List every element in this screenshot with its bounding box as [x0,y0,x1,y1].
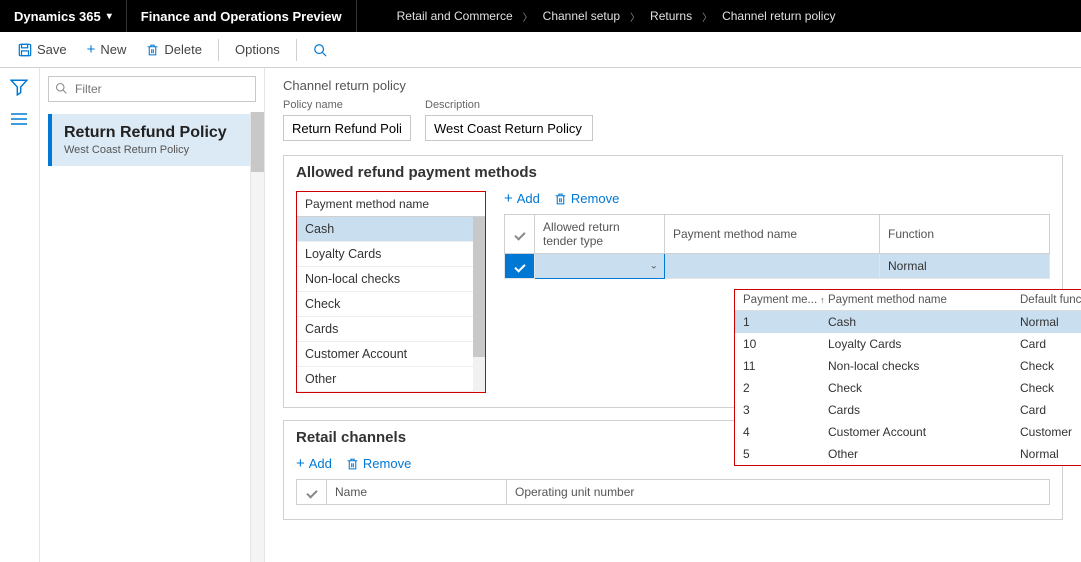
chevron-right-icon: 〉 [630,9,640,24]
left-rail [0,68,40,562]
remove-button[interactable]: Remove [346,456,411,471]
description-input[interactable] [425,115,593,141]
policy-name-label: Policy name [283,99,411,111]
filter-icon [55,82,67,94]
policy-item-title: Return Refund Policy [64,124,244,142]
select-all-checkbox[interactable] [505,215,535,254]
lookup-row[interactable]: 4 Customer Account Customer [735,421,1081,443]
module-title: Finance and Operations Preview [127,0,357,32]
list-pane-toggle[interactable] [10,112,30,132]
lookup-row[interactable]: 5 Other Normal [735,443,1081,465]
lookup-column-header[interactable]: Default function [1020,294,1081,306]
chevron-right-icon: 〉 [523,9,533,24]
app-switcher[interactable]: Dynamics 365 ▾ [0,0,127,32]
payment-method-item[interactable]: Loyalty Cards [297,242,485,267]
retail-grid: Name Operating unit number [296,479,1050,505]
grid-actions: + Add Remove [504,191,1050,206]
lookup-column-header[interactable]: Payment method name [828,294,1020,306]
remove-button[interactable]: Remove [554,191,619,206]
lookup-header: Payment me... ↑ Payment method name Defa… [735,290,1081,311]
content-pane: Channel return policy Policy name Descri… [265,68,1081,562]
lookup-row[interactable]: 1 Cash Normal [735,311,1081,333]
chevron-right-icon: 〉 [702,9,712,24]
lookup-column-header[interactable]: Payment me... ↑ [743,294,828,306]
plus-icon: + [87,42,96,57]
header-fields: Policy name Description [283,99,1063,141]
tender-grid-area: + Add Remove Allowed return tender [504,191,1050,279]
description-label: Description [425,99,593,111]
payment-method-items: Cash Loyalty Cards Non-local checks Chec… [297,217,485,392]
navigation-list: Return Refund Policy West Coast Return P… [40,68,265,562]
trash-icon [346,457,359,471]
chevron-down-icon: ▾ [107,11,112,22]
search-icon [313,43,327,57]
breadcrumb-item[interactable]: Channel setup [543,9,620,23]
function-cell: Normal [880,254,1050,279]
policy-list-item[interactable]: Return Refund Policy West Coast Return P… [48,114,256,166]
table-row[interactable]: ⌄ Normal [505,254,1050,279]
trash-icon [146,43,159,57]
page-title: Channel return policy [283,78,1063,93]
select-all-checkbox[interactable] [297,480,327,505]
column-header[interactable]: Function [880,215,1050,254]
sort-asc-icon: ↑ [820,295,825,305]
column-header[interactable]: Operating unit number [507,480,1050,505]
section-title: Allowed refund payment methods [296,164,1050,181]
payment-method-item[interactable]: Other [297,367,485,392]
column-header[interactable]: Allowed return tender type [535,215,665,254]
app-name: Dynamics 365 [14,9,101,24]
tender-grid: Allowed return tender type Payment metho… [504,214,1050,279]
payment-method-list-header[interactable]: Payment method name [297,192,485,217]
policy-item-subtitle: West Coast Return Policy [64,144,244,156]
column-header[interactable]: Name [327,480,507,505]
options-button[interactable]: Options [227,38,288,61]
payment-method-item[interactable]: Check [297,292,485,317]
plus-icon: + [296,456,305,471]
breadcrumb-item[interactable]: Retail and Commerce [397,9,513,23]
filter-input[interactable] [48,76,256,102]
save-icon [18,43,32,57]
main-area: Return Refund Policy West Coast Return P… [0,68,1081,562]
tender-type-dropdown[interactable]: ⌄ [535,254,665,279]
chevron-down-icon: ⌄ [650,261,658,272]
lookup-popup: Payment me... ↑ Payment method name Defa… [734,289,1081,466]
filter-wrapper [48,76,256,102]
lookup-row[interactable]: 11 Non-local checks Check [735,355,1081,377]
top-bar: Dynamics 365 ▾ Finance and Operations Pr… [0,0,1081,32]
policy-name-input[interactable] [283,115,411,141]
payment-method-item[interactable]: Cash [297,217,485,242]
trash-icon [554,192,567,206]
payment-method-item[interactable]: Cards [297,317,485,342]
delete-button[interactable]: Delete [138,38,210,61]
action-bar: Save + New Delete Options [0,32,1081,68]
scrollbar[interactable] [473,217,485,392]
allowed-refund-section: Allowed refund payment methods Payment m… [283,155,1063,408]
divider [218,39,219,61]
lookup-row[interactable]: 2 Check Check [735,377,1081,399]
policy-name-field: Policy name [283,99,411,141]
filter-pane-toggle[interactable] [10,78,30,98]
add-button[interactable]: + Add [504,191,540,206]
payment-method-item[interactable]: Customer Account [297,342,485,367]
description-field: Description [425,99,593,141]
save-button[interactable]: Save [10,38,75,61]
divider [296,39,297,61]
payment-method-item[interactable]: Non-local checks [297,267,485,292]
column-header[interactable]: Payment method name [665,215,880,254]
search-button[interactable] [305,39,335,61]
lookup-row[interactable]: 10 Loyalty Cards Card [735,333,1081,355]
new-button[interactable]: + New [79,38,135,61]
breadcrumb-item[interactable]: Channel return policy [722,9,835,23]
add-button[interactable]: + Add [296,456,332,471]
payment-method-list: Payment method name Cash Loyalty Cards N… [296,191,486,393]
breadcrumb: Retail and Commerce 〉 Channel setup 〉 Re… [357,9,876,24]
breadcrumb-item[interactable]: Returns [650,9,692,23]
payment-method-name-cell [665,254,880,279]
scrollbar[interactable] [250,112,264,562]
lookup-row[interactable]: 3 Cards Card [735,399,1081,421]
row-checkbox[interactable] [505,254,535,279]
plus-icon: + [504,191,513,206]
